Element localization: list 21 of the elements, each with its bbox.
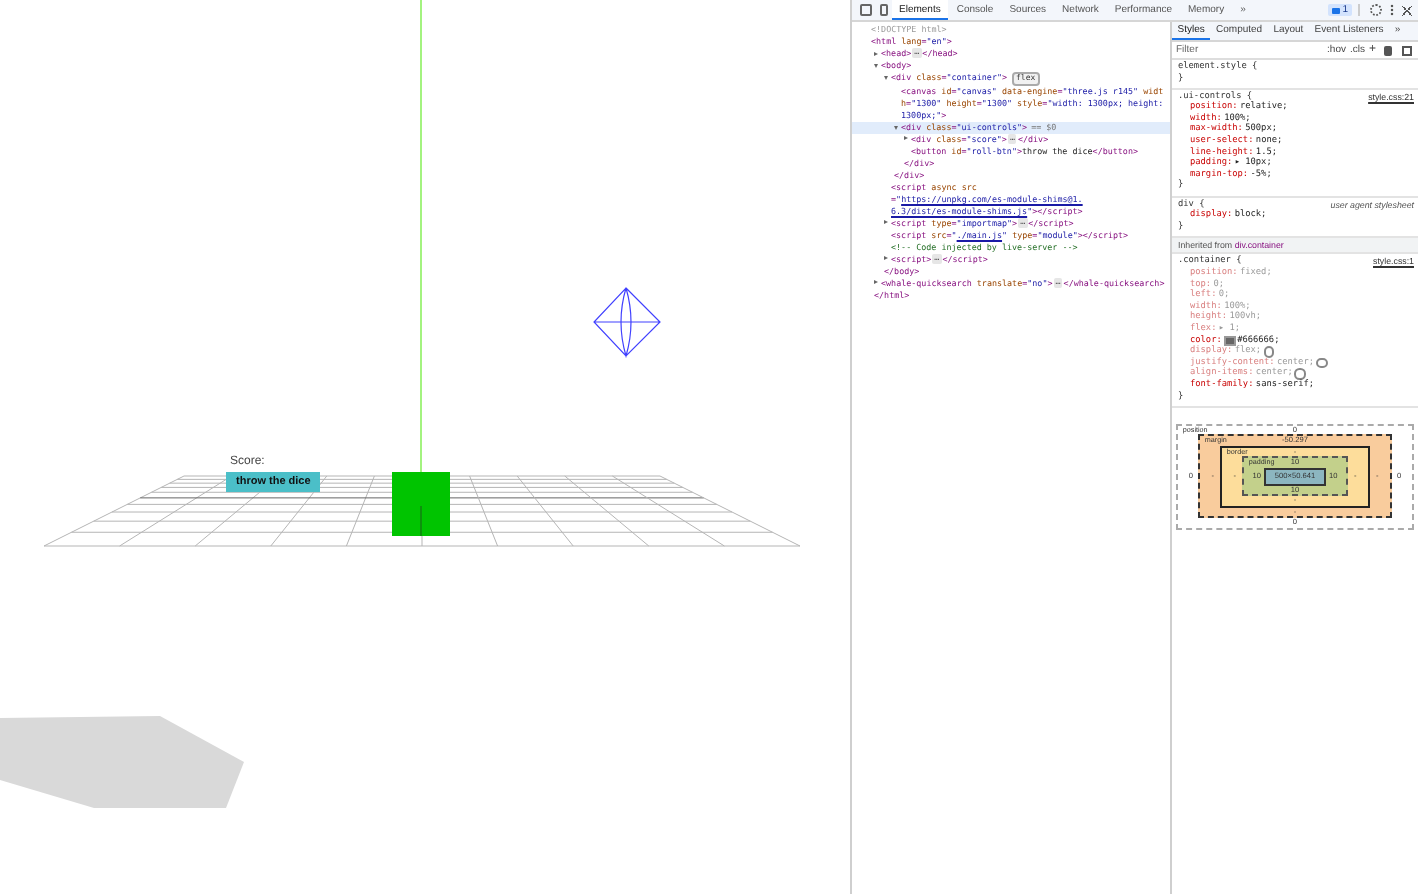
- caret-icon[interactable]: [874, 280, 878, 285]
- caret-icon[interactable]: [884, 76, 888, 80]
- inspect-icon[interactable]: [859, 4, 871, 16]
- caret-icon[interactable]: [894, 125, 898, 130]
- caret-icon[interactable]: [874, 64, 878, 68]
- caret-icon[interactable]: [884, 220, 888, 225]
- flexbox-editor-icon[interactable]: [1263, 346, 1275, 358]
- sidebar-toggle-icon[interactable]: [1401, 45, 1411, 55]
- flexbox-editor-icon[interactable]: [1294, 368, 1306, 380]
- octahedron-drawing: [593, 287, 661, 357]
- device-toolbar-icon[interactable]: [879, 4, 887, 16]
- caret-icon[interactable]: [904, 136, 908, 141]
- close-icon[interactable]: [1401, 5, 1411, 15]
- settings-icon[interactable]: [1369, 4, 1381, 16]
- caret-icon[interactable]: [884, 256, 888, 261]
- flexbox-editor-icon[interactable]: [1316, 357, 1327, 369]
- cube-drawing: [392, 472, 450, 537]
- color-swatch[interactable]: [1224, 335, 1236, 347]
- message-icon: [1332, 7, 1341, 13]
- paint-icon[interactable]: [1383, 45, 1391, 55]
- caret-icon[interactable]: [874, 51, 878, 56]
